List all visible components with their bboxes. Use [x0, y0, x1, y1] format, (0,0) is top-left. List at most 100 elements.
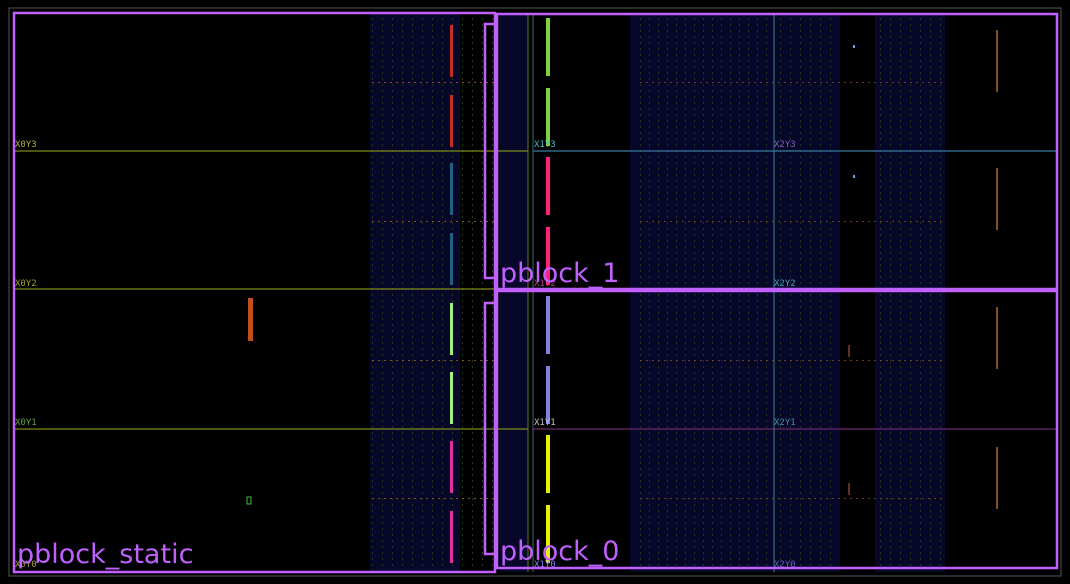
site-dot [649, 210, 650, 212]
site-dot [412, 36, 413, 38]
site-dot [382, 504, 383, 506]
site-dot [880, 480, 881, 482]
tick-mark [904, 498, 906, 499]
site-dot [910, 138, 911, 140]
site-dot [920, 498, 921, 500]
site-dot [694, 414, 695, 416]
site-dot [685, 480, 686, 482]
site-dot [721, 138, 722, 140]
site-dot [800, 300, 801, 302]
site-dot [640, 492, 641, 494]
site-dot [694, 462, 695, 464]
site-dot [649, 426, 650, 428]
site-dot [739, 96, 740, 98]
site-dot [412, 186, 413, 188]
site-dot [482, 246, 483, 248]
site-dot [940, 180, 941, 182]
site-dot [712, 294, 713, 296]
site-dot [890, 132, 891, 134]
site-dot [820, 222, 821, 224]
site-dot [382, 348, 383, 350]
site-dot [462, 426, 463, 428]
site-dot [667, 318, 668, 320]
site-dot [372, 378, 373, 380]
site-dot [820, 354, 821, 356]
site-dot [766, 96, 767, 98]
site-dot [685, 60, 686, 62]
site-dot [442, 306, 443, 308]
site-dot [739, 336, 740, 338]
site-dot [392, 360, 393, 362]
site-dot [694, 144, 695, 146]
site-dot [800, 438, 801, 440]
device-view[interactable] [0, 0, 1070, 584]
site-dot [694, 564, 695, 566]
site-dot [658, 552, 659, 554]
site-dot [757, 126, 758, 128]
site-dot [730, 390, 731, 392]
site-dot [712, 504, 713, 506]
site-dot [442, 246, 443, 248]
tick-mark [832, 498, 834, 499]
tick-mark [742, 498, 744, 499]
pblock-0-label[interactable]: pblock_0 [500, 537, 619, 567]
site-dot [910, 258, 911, 260]
site-dot [392, 348, 393, 350]
site-dot [685, 366, 686, 368]
site-dot [890, 312, 891, 314]
site-dot [721, 222, 722, 224]
site-dot [748, 540, 749, 542]
site-dot [721, 72, 722, 74]
site-dot [712, 114, 713, 116]
site-dot [392, 84, 393, 86]
site-dot [900, 132, 901, 134]
site-dot [910, 378, 911, 380]
site-dot [402, 552, 403, 554]
site-dot [766, 270, 767, 272]
site-dot [462, 468, 463, 470]
site-dot [940, 60, 941, 62]
site-dot [667, 186, 668, 188]
site-dot [402, 60, 403, 62]
site-dot [492, 402, 493, 404]
pblock-1-label[interactable]: pblock_1 [500, 259, 619, 289]
site-dot [372, 156, 373, 158]
pblock-static-label[interactable]: pblock_static [17, 540, 193, 570]
site-dot [392, 168, 393, 170]
site-dot [462, 534, 463, 536]
site-dot [880, 306, 881, 308]
site-dot [910, 486, 911, 488]
site-dot [890, 426, 891, 428]
site-dot [412, 42, 413, 44]
site-dot [880, 72, 881, 74]
site-dot [930, 432, 931, 434]
site-dot [940, 522, 941, 524]
site-dot [694, 222, 695, 224]
site-dot [703, 186, 704, 188]
site-dot [830, 348, 831, 350]
site-dot [910, 384, 911, 386]
site-dot [685, 48, 686, 50]
site-dot [920, 54, 921, 56]
site-dot [890, 156, 891, 158]
tick-mark [670, 498, 672, 499]
site-dot [432, 42, 433, 44]
site-dot [712, 156, 713, 158]
site-dot [392, 534, 393, 536]
site-dot [810, 534, 811, 536]
site-dot [900, 552, 901, 554]
site-dot [830, 516, 831, 518]
site-dot [685, 198, 686, 200]
site-dot [730, 168, 731, 170]
site-dot [640, 432, 641, 434]
site-dot [422, 222, 423, 224]
site-dot [940, 504, 941, 506]
site-dot [442, 24, 443, 26]
site-dot [667, 438, 668, 440]
site-dot [880, 330, 881, 332]
site-dot [890, 378, 891, 380]
site-dot [830, 330, 831, 332]
cell-column [450, 25, 453, 77]
site-dot [900, 120, 901, 122]
site-dot [462, 528, 463, 530]
